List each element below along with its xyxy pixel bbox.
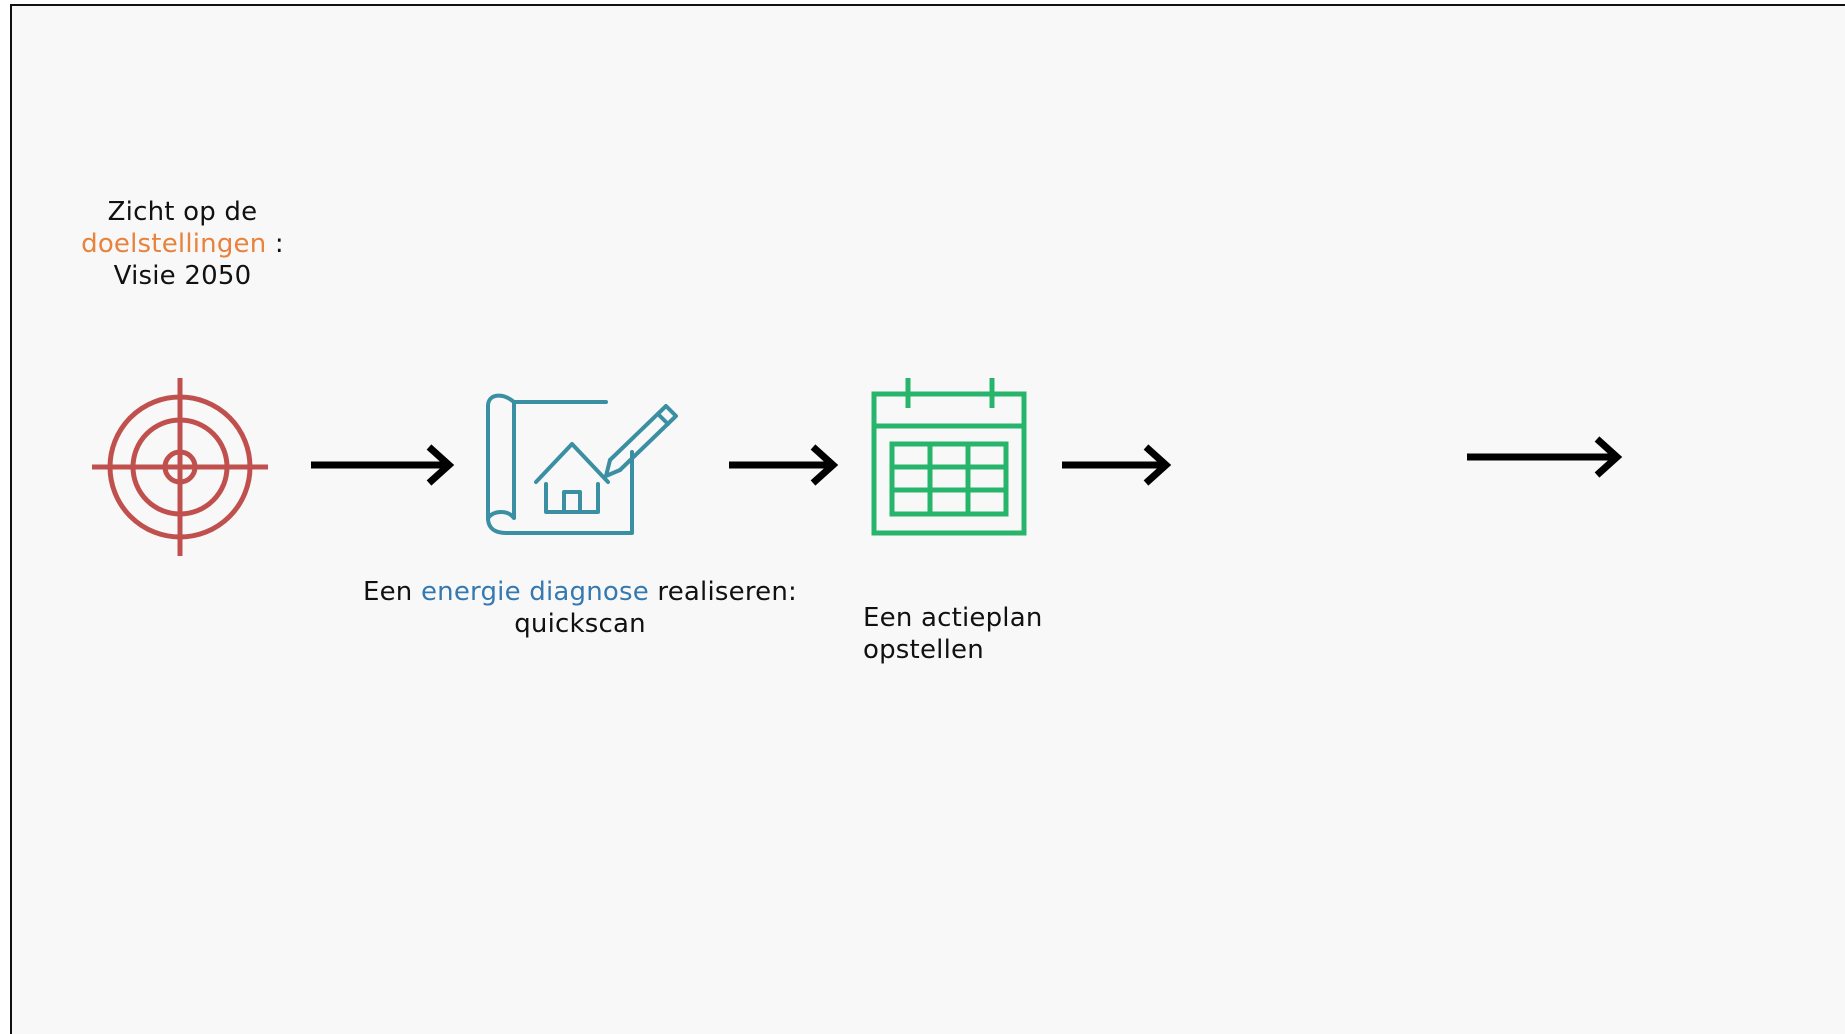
- step1-caption-line2: doelstellingen :: [70, 228, 295, 260]
- step2-caption-line1: Een energie diagnose realiseren:: [330, 576, 830, 608]
- step1-caption: Zicht op de doelstellingen : Visie 2050: [70, 196, 295, 292]
- step2-caption-prefix: Een: [362, 577, 421, 607]
- arrow-2: [729, 444, 839, 486]
- step2-caption-suffix: realiseren:: [648, 577, 797, 607]
- calendar-icon: [871, 378, 1027, 536]
- arrow-3: [1062, 444, 1172, 486]
- step1-caption-suffix: :: [266, 229, 284, 259]
- arrow-1: [311, 444, 455, 486]
- step1-highlight: doelstellingen: [81, 229, 267, 259]
- step3-caption: Een actieplan opstellen: [863, 602, 1123, 666]
- step2-caption: Een energie diagnose realiseren: quicksc…: [330, 576, 830, 640]
- step2-highlight: energie diagnose: [420, 577, 649, 607]
- step2-caption-line2: quickscan: [514, 609, 646, 639]
- step1-caption-line1: Zicht op de: [107, 197, 258, 227]
- arrow-4: [1467, 436, 1623, 478]
- blueprint-house-pencil-icon: [486, 393, 678, 535]
- step3-caption-line2: opstellen: [863, 635, 984, 665]
- target-icon: [92, 378, 268, 556]
- step1-caption-line3: Visie 2050: [113, 261, 252, 291]
- step3-caption-line1: Een actieplan: [863, 603, 1043, 633]
